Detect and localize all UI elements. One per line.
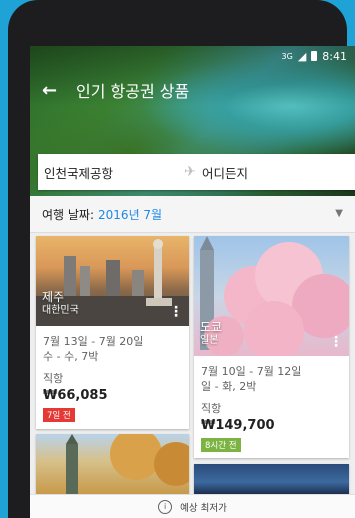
battery-icon (311, 51, 318, 61)
card-days: 수 - 수, 7박 (43, 350, 99, 363)
card-badge: 8시간 전 (201, 438, 241, 452)
page-title: 인기 항공권 상품 (76, 82, 190, 101)
destination-image: 제주 대한민국 ⋮ (36, 236, 189, 326)
tower-icon (66, 434, 189, 494)
toolbar: ← 인기 항공권 상품 (30, 70, 355, 110)
bottom-bar-label: 예상 최저가 (180, 503, 227, 514)
card-dates: 7월 13일 - 7월 20일 수 - 수, 7박 (43, 334, 189, 364)
bottom-bar[interactable]: i 예상 최저가 (30, 494, 355, 518)
card-country: 대한민국 (42, 305, 79, 316)
status-time: 8:41 (322, 49, 347, 63)
card-badge: 7일 전 (43, 408, 75, 422)
destination-image (36, 434, 189, 494)
card-flight-type: 직항 (43, 372, 64, 385)
airplane-icon: ✈ (184, 164, 196, 180)
origin-field[interactable]: 인천국제공항 (44, 163, 180, 182)
deal-card[interactable]: 제주 대한민국 ⋮ 7월 13일 - 7월 20일 수 - 수, 7박 직항 ₩… (36, 236, 189, 429)
card-city: 제주 대한민국 (42, 290, 79, 318)
signal-icon: 3G (281, 51, 293, 61)
card-flight-type: 직항 (201, 402, 222, 415)
info-icon: i (158, 500, 173, 514)
deal-card[interactable] (36, 434, 189, 494)
card-dates: 7월 10일 - 7월 12일 일 - 화, 2박 (201, 364, 349, 394)
date-filter[interactable]: 여행 날짜: 2016년 7월 ▼ (30, 196, 355, 233)
card-date-range: 7월 13일 - 7월 20일 (43, 335, 144, 348)
card-city-name: 제주 (42, 290, 65, 304)
card-days: 일 - 화, 2박 (201, 380, 257, 393)
card-country: 일본 (200, 335, 219, 346)
route-selector[interactable]: 인천국제공항 ✈ 어디든지 (38, 154, 355, 190)
card-price: ₩66,085 (43, 388, 108, 403)
card-city-name: 도쿄 (200, 320, 223, 334)
status-bar: 3G ◢ 8:41 (282, 48, 347, 64)
app-screen: 3G ◢ 8:41 ← 인기 항공권 상품 인천국제공항 ✈ 어디든지 여행 날… (30, 46, 355, 518)
more-vert-icon[interactable]: ⋮ (169, 304, 183, 320)
date-filter-value[interactable]: 2016년 7월 (98, 206, 162, 223)
destination-field[interactable]: 어디든지 (202, 163, 248, 182)
deal-card[interactable]: 도쿄 일본 ⋮ 7월 10일 - 7월 12일 일 - 화, 2박 직항 ₩14… (194, 236, 349, 458)
deal-card[interactable] (194, 464, 349, 494)
card-price: ₩149,700 (201, 418, 275, 433)
back-arrow-icon[interactable]: ← (42, 80, 62, 101)
more-vert-icon[interactable]: ⋮ (329, 334, 343, 350)
destination-image (194, 464, 349, 494)
destination-image: 도쿄 일본 ⋮ (194, 236, 349, 356)
card-date-range: 7월 10일 - 7월 12일 (201, 365, 302, 378)
dropdown-arrow-icon[interactable]: ▼ (335, 208, 343, 219)
date-filter-label: 여행 날짜: (42, 207, 95, 222)
signal-bars-icon: ◢ (297, 49, 307, 63)
card-city: 도쿄 일본 (200, 320, 222, 348)
